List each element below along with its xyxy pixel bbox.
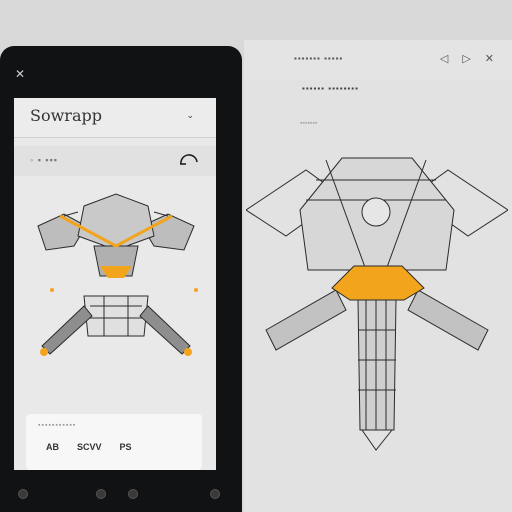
panel-toolbar: ▪▪▪▪▪▪▪ ▪▪▪▪▪ ◁ ▷ ✕ bbox=[244, 40, 512, 80]
menu-button[interactable] bbox=[210, 489, 220, 499]
card-item[interactable]: PS bbox=[120, 442, 132, 452]
robot-sketch bbox=[246, 157, 508, 451]
phone-screen: Sowrapp ⌄ ◦ ▪ ▪▪▪ ▪▪▪▪▪▪▪▪▪▪▪ AB SCVV PS bbox=[14, 98, 216, 470]
close-icon[interactable]: ✕ bbox=[485, 52, 494, 65]
preview-panel: ▪▪▪▪▪▪▪ ▪▪▪▪▪ ◁ ▷ ✕ ▪▪▪▪▪▪ ▪▪▪▪▪▪▪▪ ▪▪▪▪… bbox=[244, 40, 512, 512]
phone-device: ✕ Sowrapp ⌄ ◦ ▪ ▪▪▪ ▪▪▪▪▪▪▪▪▪▪▪ AB SCVV … bbox=[0, 46, 242, 512]
card-title: ▪▪▪▪▪▪▪▪▪▪▪ bbox=[38, 422, 77, 429]
card-item[interactable]: AB bbox=[46, 442, 59, 452]
panel-icons: ◁ ▷ ✕ bbox=[440, 52, 494, 65]
panel-title: ▪▪▪▪▪▪▪ ▪▪▪▪▪ bbox=[294, 54, 344, 63]
sync-icon[interactable] bbox=[176, 148, 202, 174]
info-card: ▪▪▪▪▪▪▪▪▪▪▪ AB SCVV PS bbox=[26, 414, 202, 470]
home-button[interactable] bbox=[96, 489, 106, 499]
panel-hint: ▪▪▪▪▪▪▪ bbox=[300, 120, 318, 127]
close-icon[interactable]: ✕ bbox=[14, 68, 26, 80]
next-icon[interactable]: ▷ bbox=[462, 52, 470, 65]
back-button[interactable] bbox=[18, 489, 28, 499]
card-item[interactable]: SCVV bbox=[77, 442, 102, 452]
device-nav bbox=[0, 486, 242, 506]
sub-toolbar: ◦ ▪ ▪▪▪ bbox=[14, 146, 216, 176]
prev-icon[interactable]: ◁ bbox=[440, 52, 448, 65]
chevron-down-icon[interactable]: ⌄ bbox=[186, 110, 194, 121]
card-items: AB SCVV PS bbox=[46, 442, 132, 452]
recents-button[interactable] bbox=[128, 489, 138, 499]
panel-subtitle: ▪▪▪▪▪▪ ▪▪▪▪▪▪▪▪ bbox=[302, 84, 359, 93]
app-header: Sowrapp ⌄ bbox=[14, 98, 216, 138]
sub-label: ◦ ▪ ▪▪▪ bbox=[30, 155, 58, 165]
robot-illustration bbox=[37, 193, 198, 356]
app-title: Sowrapp bbox=[30, 106, 102, 125]
